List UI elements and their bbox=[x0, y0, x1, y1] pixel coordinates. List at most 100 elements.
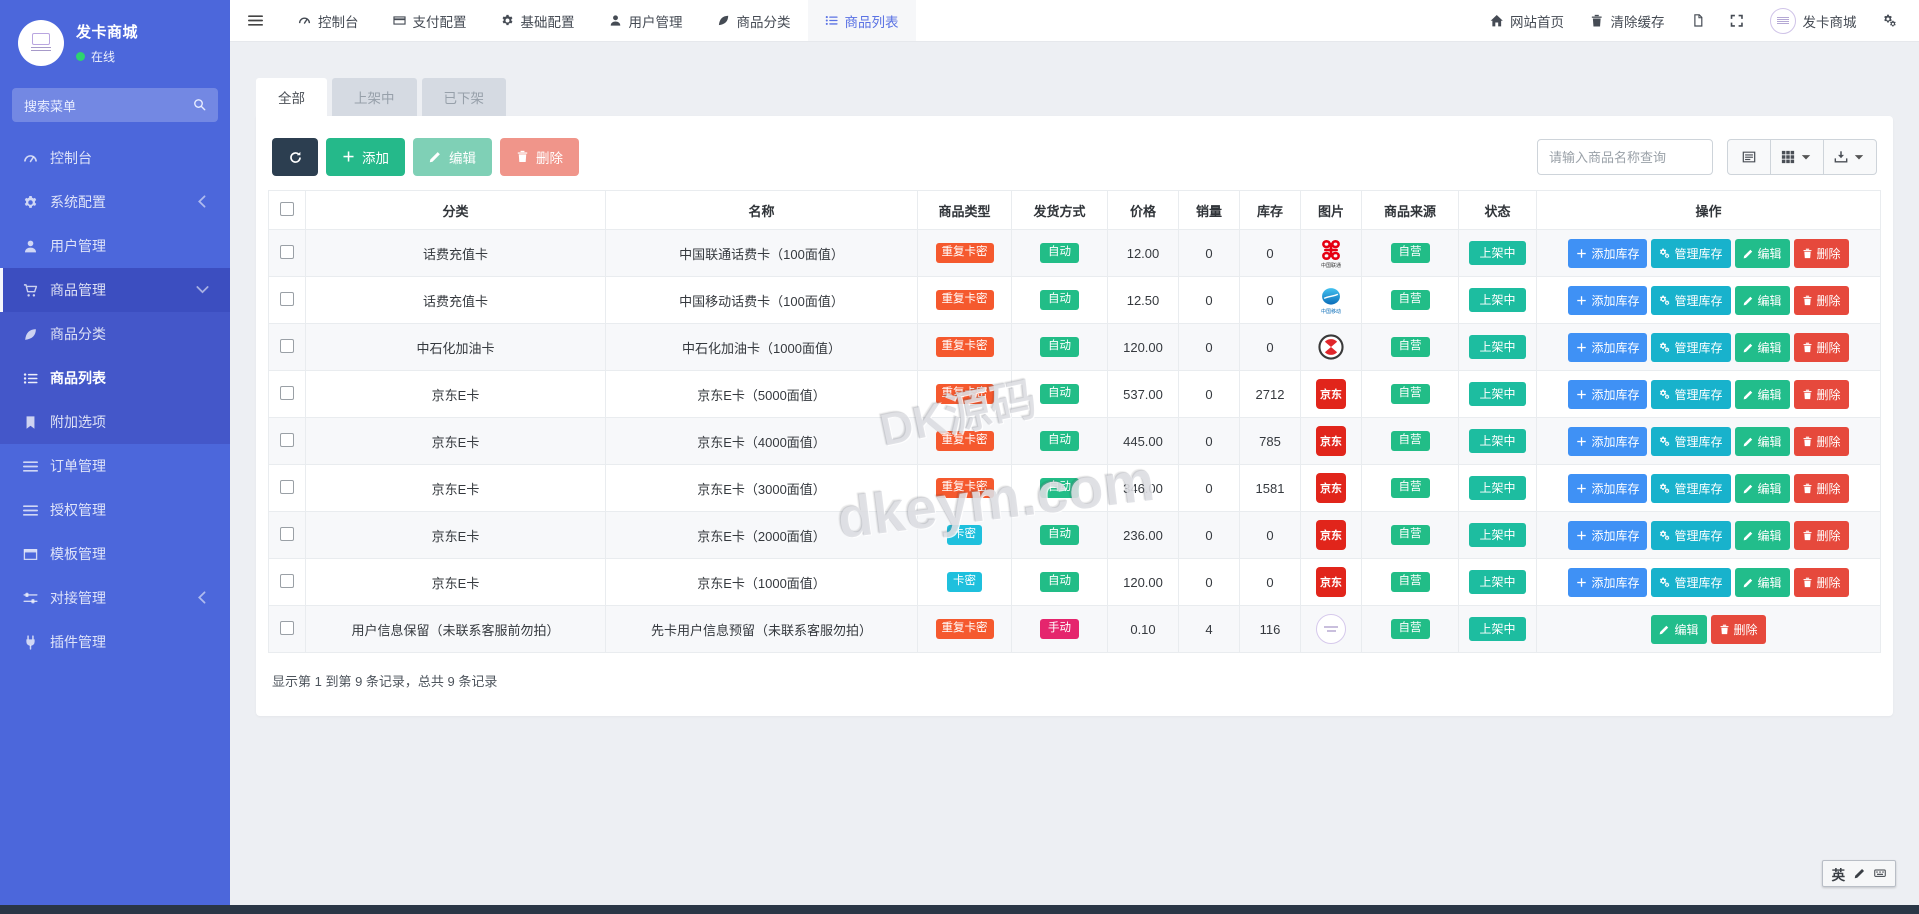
sidebar-item-授权管理[interactable]: 授权管理 bbox=[0, 488, 230, 532]
detail-view-button[interactable] bbox=[1727, 139, 1771, 175]
columns-view-button[interactable] bbox=[1770, 139, 1824, 175]
row-delete-button[interactable]: 删除 bbox=[1794, 333, 1849, 362]
row-checkbox[interactable] bbox=[280, 527, 294, 541]
add-stock-button[interactable]: 添加库存 bbox=[1568, 427, 1647, 456]
refresh-button[interactable] bbox=[272, 138, 318, 176]
sidebar-item-控制台[interactable]: 控制台 bbox=[0, 136, 230, 180]
row-delete-button[interactable]: 删除 bbox=[1794, 474, 1849, 503]
topnav-fullscreen[interactable] bbox=[1717, 0, 1757, 41]
mobile-logo-icon bbox=[1319, 286, 1343, 308]
topnav-site-home[interactable]: 网站首页 bbox=[1477, 0, 1578, 41]
manage-stock-button[interactable]: 管理库存 bbox=[1651, 380, 1730, 409]
row-edit-button[interactable]: 编辑 bbox=[1735, 333, 1790, 362]
export-button[interactable] bbox=[1823, 139, 1877, 175]
row-delete-button[interactable]: 删除 bbox=[1794, 568, 1849, 597]
row-checkbox[interactable] bbox=[280, 480, 294, 494]
delete-button[interactable]: 删除 bbox=[500, 138, 579, 176]
add-stock-button[interactable]: 添加库存 bbox=[1568, 333, 1647, 362]
row-delete-button[interactable]: 删除 bbox=[1794, 286, 1849, 315]
product-search-input[interactable] bbox=[1537, 139, 1713, 175]
manage-stock-button[interactable]: 管理库存 bbox=[1651, 239, 1730, 268]
stock-cell: 116 bbox=[1240, 606, 1301, 653]
sidebar-item-对接管理[interactable]: 对接管理 bbox=[0, 576, 230, 620]
manage-stock-button[interactable]: 管理库存 bbox=[1651, 286, 1730, 315]
row-checkbox[interactable] bbox=[280, 386, 294, 400]
sidebar-item-商品列表[interactable]: 商品列表 bbox=[0, 356, 230, 400]
topnav-item-用户管理[interactable]: 用户管理 bbox=[592, 0, 700, 41]
row-checkbox[interactable] bbox=[280, 621, 294, 635]
tab-上架中[interactable]: 上架中 bbox=[332, 78, 417, 116]
sidebar-item-商品分类[interactable]: 商品分类 bbox=[0, 312, 230, 356]
add-stock-button[interactable]: 添加库存 bbox=[1568, 239, 1647, 268]
column-header: 价格 bbox=[1108, 191, 1179, 230]
manage-stock-button[interactable]: 管理库存 bbox=[1651, 333, 1730, 362]
topnav-item-商品列表[interactable]: 商品列表 bbox=[808, 0, 916, 41]
add-stock-button[interactable]: 添加库存 bbox=[1568, 380, 1647, 409]
row-checkbox[interactable] bbox=[280, 245, 294, 259]
row-edit-button[interactable]: 编辑 bbox=[1735, 521, 1790, 550]
topnav-item-基础配置[interactable]: 基础配置 bbox=[484, 0, 592, 41]
row-checkbox[interactable] bbox=[280, 339, 294, 353]
actions-cell: 添加库存管理库存编辑删除 bbox=[1537, 371, 1881, 418]
sidebar-item-商品管理[interactable]: 商品管理 bbox=[0, 268, 230, 312]
add-stock-button[interactable]: 添加库存 bbox=[1568, 286, 1647, 315]
row-delete-button[interactable]: 删除 bbox=[1794, 427, 1849, 456]
manage-stock-button[interactable]: 管理库存 bbox=[1651, 568, 1730, 597]
sidebar-item-附加选项[interactable]: 附加选项 bbox=[0, 400, 230, 444]
row-edit-button[interactable]: 编辑 bbox=[1735, 380, 1790, 409]
topnav-item-支付配置[interactable]: 支付配置 bbox=[376, 0, 484, 41]
online-status-label: 在线 bbox=[91, 48, 115, 65]
sidebar-item-系统配置[interactable]: 系统配置 bbox=[0, 180, 230, 224]
row-edit-button-label: 编辑 bbox=[1758, 339, 1782, 356]
row-edit-button[interactable]: 编辑 bbox=[1735, 568, 1790, 597]
sidebar-item-label: 授权管理 bbox=[50, 500, 106, 520]
add-stock-button[interactable]: 添加库存 bbox=[1568, 521, 1647, 550]
ime-language-bar[interactable]: 英 bbox=[1822, 860, 1896, 887]
row-edit-button[interactable]: 编辑 bbox=[1735, 474, 1790, 503]
sidebar-item-订单管理[interactable]: 订单管理 bbox=[0, 444, 230, 488]
add-stock-button-label: 添加库存 bbox=[1591, 527, 1639, 544]
tab-已下架[interactable]: 已下架 bbox=[422, 78, 507, 116]
jd-logo-icon: 京东 bbox=[1316, 473, 1346, 503]
row-delete-button[interactable]: 删除 bbox=[1794, 521, 1849, 550]
row-edit-button-label: 编辑 bbox=[1758, 292, 1782, 309]
row-checkbox[interactable] bbox=[280, 433, 294, 447]
category-cell: 中石化加油卡 bbox=[306, 324, 606, 371]
row-edit-button[interactable]: 编辑 bbox=[1735, 239, 1790, 268]
edit-button[interactable]: 编辑 bbox=[413, 138, 492, 176]
sidebar-item-模板管理[interactable]: 模板管理 bbox=[0, 532, 230, 576]
row-delete-button[interactable]: 删除 bbox=[1794, 380, 1849, 409]
manage-stock-button-label: 管理库存 bbox=[1674, 245, 1722, 262]
row-delete-button[interactable]: 删除 bbox=[1794, 239, 1849, 268]
manage-stock-button[interactable]: 管理库存 bbox=[1651, 474, 1730, 503]
table-row: 京东E卡京东E卡（1000面值）卡密自动120.0000京东自营上架中添加库存管… bbox=[269, 559, 1881, 606]
row-edit-button-label: 编辑 bbox=[1758, 245, 1782, 262]
source-badge: 自营 bbox=[1391, 478, 1430, 498]
row-checkbox[interactable] bbox=[280, 292, 294, 306]
select-all-checkbox[interactable] bbox=[280, 202, 294, 216]
manage-stock-button[interactable]: 管理库存 bbox=[1651, 521, 1730, 550]
add-stock-button[interactable]: 添加库存 bbox=[1568, 474, 1647, 503]
sidebar-item-插件管理[interactable]: 插件管理 bbox=[0, 620, 230, 664]
topnav-file-shortcut[interactable] bbox=[1678, 0, 1718, 41]
topnav-item-商品分类[interactable]: 商品分类 bbox=[700, 0, 808, 41]
topnav-settings[interactable] bbox=[1870, 0, 1910, 41]
sidebar-menu-search-input[interactable]: 搜索菜单 bbox=[12, 88, 218, 122]
add-button[interactable]: 添加 bbox=[326, 138, 405, 176]
sidebar-toggle-button[interactable] bbox=[230, 0, 281, 41]
user-icon bbox=[23, 239, 38, 254]
sidebar-item-用户管理[interactable]: 用户管理 bbox=[0, 224, 230, 268]
row-edit-button[interactable]: 编辑 bbox=[1735, 286, 1790, 315]
topnav-account[interactable]: 发卡商城 bbox=[1757, 0, 1870, 41]
topnav-clear-cache[interactable]: 清除缓存 bbox=[1577, 0, 1678, 41]
product-image-mobile: 中国移动 bbox=[1311, 279, 1351, 321]
row-edit-button[interactable]: 编辑 bbox=[1735, 427, 1790, 456]
manage-stock-button[interactable]: 管理库存 bbox=[1651, 427, 1730, 456]
topnav-item-控制台[interactable]: 控制台 bbox=[281, 0, 376, 41]
row-edit-button[interactable]: 编辑 bbox=[1651, 615, 1706, 644]
add-stock-button[interactable]: 添加库存 bbox=[1568, 568, 1647, 597]
row-checkbox[interactable] bbox=[280, 574, 294, 588]
tab-全部[interactable]: 全部 bbox=[256, 78, 327, 116]
stock-cell: 2712 bbox=[1240, 371, 1301, 418]
row-delete-button[interactable]: 删除 bbox=[1711, 615, 1766, 644]
